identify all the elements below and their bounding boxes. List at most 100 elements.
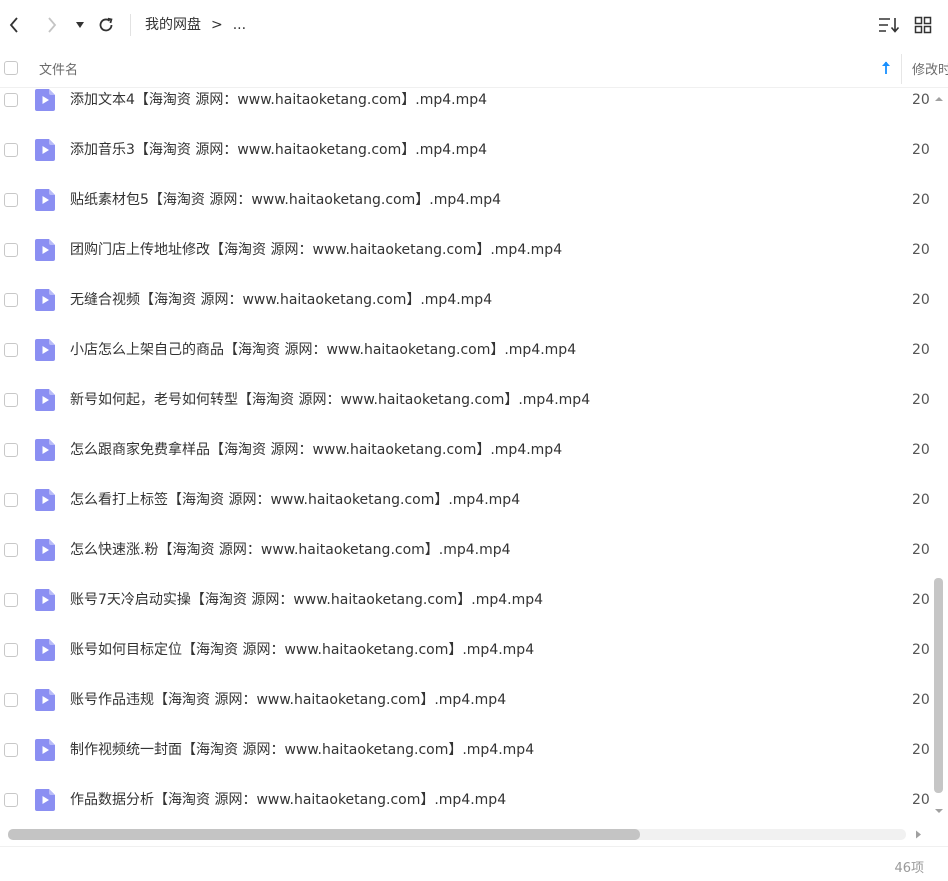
select-all-checkbox[interactable] [4,61,18,75]
file-row[interactable]: 添加文本4【海淘资 源网：www.haitaoketang.com】.mp4.m… [0,75,930,125]
file-modified-date: 20 [912,642,930,658]
video-file-icon [35,289,55,311]
video-file-icon [35,539,55,561]
video-file-icon [35,389,55,411]
row-checkbox[interactable] [4,693,18,707]
video-file-icon [35,89,55,111]
file-name[interactable]: 账号7天冷启动实操【海淘资 源网：www.haitaoketang.com】.m… [70,590,543,610]
video-file-icon [35,639,55,661]
toolbar-divider [130,14,131,36]
file-row[interactable]: 制作视频统一封面【海淘资 源网：www.haitaoketang.com】.mp… [0,725,930,775]
horizontal-scrollbar[interactable] [0,824,931,844]
file-name[interactable]: 团购门店上传地址修改【海淘资 源网：www.haitaoketang.com】.… [70,240,562,260]
file-modified-date: 20 [912,292,930,308]
file-modified-date: 20 [912,192,930,208]
horizontal-scroll-thumb[interactable] [8,829,640,840]
video-file-icon [35,789,55,811]
file-row[interactable]: 作品数据分析【海淘资 源网：www.haitaoketang.com】.mp4.… [0,775,930,825]
file-name[interactable]: 怎么跟商家免费拿样品【海淘资 源网：www.haitaoketang.com】.… [70,440,562,460]
file-row[interactable]: 账号7天冷启动实操【海淘资 源网：www.haitaoketang.com】.m… [0,575,930,625]
file-name[interactable]: 贴纸素材包5【海淘资 源网：www.haitaoketang.com】.mp4.… [70,190,501,210]
file-modified-date: 20 [912,392,930,408]
vertical-scroll-thumb[interactable] [934,578,943,793]
video-file-icon [35,689,55,711]
file-row[interactable]: 小店怎么上架自己的商品【海淘资 源网：www.haitaoketang.com】… [0,325,930,375]
row-checkbox[interactable] [4,243,18,257]
file-modified-date: 20 [912,342,930,358]
refresh-button[interactable] [95,12,117,38]
forward-button[interactable] [42,12,62,38]
file-modified-date: 20 [912,542,930,558]
video-file-icon [35,589,55,611]
breadcrumb-root[interactable]: 我的网盘 [145,14,201,36]
file-name[interactable]: 怎么快速涨.粉【海淘资 源网：www.haitaoketang.com】.mp4… [70,540,511,560]
video-file-icon [35,189,55,211]
file-row[interactable]: 怎么跟商家免费拿样品【海淘资 源网：www.haitaoketang.com】.… [0,425,930,475]
video-file-icon [35,739,55,761]
row-checkbox[interactable] [4,193,18,207]
file-name[interactable]: 无缝合视频【海淘资 源网：www.haitaoketang.com】.mp4.m… [70,290,492,310]
scroll-down-icon[interactable] [934,806,944,816]
row-checkbox[interactable] [4,143,18,157]
scroll-right-icon[interactable] [913,829,923,840]
file-row[interactable]: 账号作品违规【海淘资 源网：www.haitaoketang.com】.mp4.… [0,675,930,725]
row-checkbox[interactable] [4,593,18,607]
file-row[interactable]: 怎么快速涨.粉【海淘资 源网：www.haitaoketang.com】.mp4… [0,525,930,575]
sort-list-icon [879,18,900,33]
file-modified-date: 20 [912,92,930,108]
file-modified-date: 20 [912,142,930,158]
file-name[interactable]: 账号作品违规【海淘资 源网：www.haitaoketang.com】.mp4.… [70,690,506,710]
row-checkbox[interactable] [4,643,18,657]
refresh-icon [99,17,113,32]
scroll-up-icon[interactable] [934,94,944,104]
view-toggle-button[interactable] [912,12,934,38]
file-modified-date: 20 [912,592,930,608]
file-modified-date: 20 [912,492,930,508]
sort-button[interactable] [877,12,901,38]
video-file-icon [35,489,55,511]
row-checkbox[interactable] [4,293,18,307]
chevron-right-icon [48,17,57,33]
file-name[interactable]: 制作视频统一封面【海淘资 源网：www.haitaoketang.com】.mp… [70,740,534,760]
file-row[interactable]: 账号如何目标定位【海淘资 源网：www.haitaoketang.com】.mp… [0,625,930,675]
vertical-scrollbar[interactable] [931,88,948,823]
status-bar: 46项 [0,846,948,881]
row-checkbox[interactable] [4,543,18,557]
file-row[interactable]: 怎么看打上标签【海淘资 源网：www.haitaoketang.com】.mp4… [0,475,930,525]
file-name[interactable]: 添加音乐3【海淘资 源网：www.haitaoketang.com】.mp4.m… [70,140,487,160]
item-count: 46项 [894,861,924,876]
file-modified-date: 20 [912,242,930,258]
file-row[interactable]: 贴纸素材包5【海淘资 源网：www.haitaoketang.com】.mp4.… [0,175,930,225]
file-modified-date: 20 [912,692,930,708]
breadcrumb: 我的网盘 > ... [145,14,246,36]
row-checkbox[interactable] [4,343,18,357]
sort-ascending-icon[interactable] [880,60,892,76]
chevron-left-icon [9,17,18,33]
video-file-icon [35,339,55,361]
file-row[interactable]: 无缝合视频【海淘资 源网：www.haitaoketang.com】.mp4.m… [0,275,930,325]
file-row[interactable]: 新号如何起，老号如何转型【海淘资 源网：www.haitaoketang.com… [0,375,930,425]
file-modified-date: 20 [912,742,930,758]
file-list: 添加文本4【海淘资 源网：www.haitaoketang.com】.mp4.m… [0,75,930,825]
file-row[interactable]: 添加音乐3【海淘资 源网：www.haitaoketang.com】.mp4.m… [0,125,930,175]
row-checkbox[interactable] [4,743,18,757]
file-name[interactable]: 怎么看打上标签【海淘资 源网：www.haitaoketang.com】.mp4… [70,490,520,510]
grid-view-icon [914,16,932,34]
row-checkbox[interactable] [4,793,18,807]
breadcrumb-separator: > [211,17,223,33]
breadcrumb-overflow[interactable]: ... [233,14,246,36]
file-name[interactable]: 小店怎么上架自己的商品【海淘资 源网：www.haitaoketang.com】… [70,340,576,360]
row-checkbox[interactable] [4,493,18,507]
file-name[interactable]: 作品数据分析【海淘资 源网：www.haitaoketang.com】.mp4.… [70,790,506,810]
file-name[interactable]: 添加文本4【海淘资 源网：www.haitaoketang.com】.mp4.m… [70,90,487,110]
row-checkbox[interactable] [4,443,18,457]
history-dropdown-button[interactable] [73,12,87,38]
file-name[interactable]: 账号如何目标定位【海淘资 源网：www.haitaoketang.com】.mp… [70,640,534,660]
toolbar: 我的网盘 > ... [0,0,948,51]
file-name[interactable]: 新号如何起，老号如何转型【海淘资 源网：www.haitaoketang.com… [70,390,590,410]
row-checkbox[interactable] [4,93,18,107]
file-modified-date: 20 [912,442,930,458]
file-row[interactable]: 团购门店上传地址修改【海淘资 源网：www.haitaoketang.com】.… [0,225,930,275]
back-button[interactable] [4,12,24,38]
row-checkbox[interactable] [4,393,18,407]
